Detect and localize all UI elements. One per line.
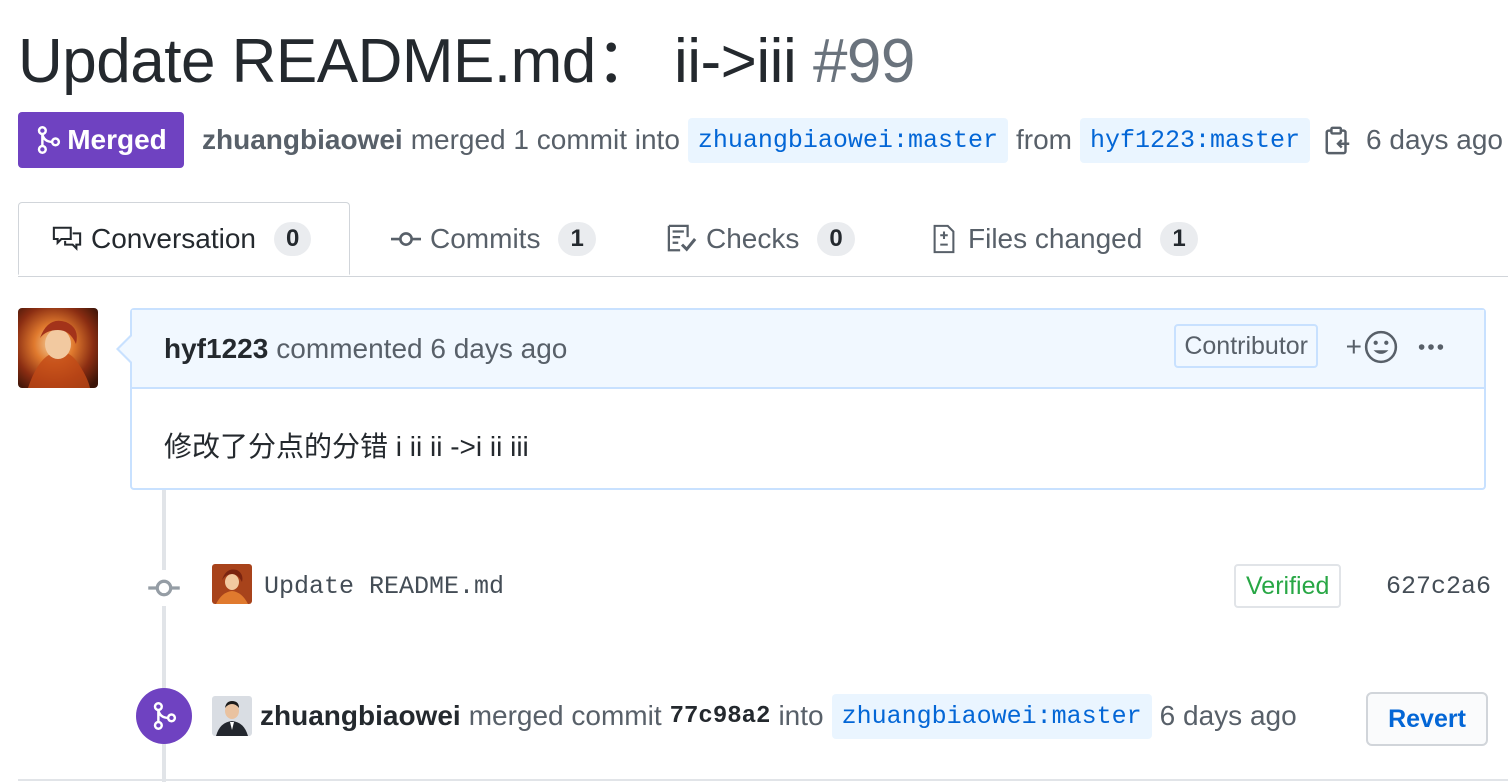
merger-link[interactable]: zhuangbiaowei [202, 124, 403, 156]
base-ref[interactable]: zhuangbiaowei:master [687, 117, 1008, 163]
pr-title: Update README.md： ii->iii #99 [18, 22, 915, 102]
merge-event-badge [136, 688, 192, 744]
tab-conversation-count: 0 [273, 221, 312, 256]
merge-time[interactable]: 6 days ago [1160, 700, 1297, 732]
avatar[interactable] [212, 564, 252, 604]
tab-commits-count: 1 [558, 222, 596, 256]
divider [18, 779, 1508, 781]
tab-checks[interactable]: Checks 0 [666, 202, 855, 276]
git-commit-icon [391, 232, 421, 246]
kebab-horizontal-icon[interactable] [1416, 332, 1446, 362]
merge-ref[interactable]: zhuangbiaowei:master [831, 693, 1152, 739]
clippy-icon[interactable] [1324, 125, 1352, 155]
git-merge-icon [153, 702, 177, 730]
from-text: from [1015, 124, 1072, 155]
head-ref[interactable]: hyf1223:master [1079, 117, 1311, 163]
avatar[interactable] [18, 308, 98, 388]
checklist-icon [667, 224, 697, 252]
tab-conversation[interactable]: Conversation 0 [18, 202, 350, 275]
merge-action: merged commit [468, 700, 662, 731]
merge-into: into [778, 700, 824, 731]
comment-author-link[interactable]: hyf1223 [164, 333, 268, 365]
pr-tabs: Conversation 0 Commits 1 Checks 0 Files … [18, 202, 1508, 277]
merged-text: merged 1 commit into [410, 124, 680, 155]
commit-message-link[interactable]: Update README.md [264, 572, 504, 601]
commit-sha-link[interactable]: 627c2a6 [1386, 572, 1491, 601]
tab-files-changed-count: 1 [1160, 222, 1198, 256]
state-label: Merged [67, 124, 167, 155]
tab-files-changed[interactable]: Files changed 1 [928, 202, 1198, 276]
tab-checks-label: Checks [706, 223, 800, 254]
merge-author-link[interactable]: zhuangbiaowei [260, 700, 461, 732]
merge-event-text: zhuangbiaowei merged commit 77c98a2 into… [260, 688, 1297, 744]
comment-arrow-inner [119, 335, 133, 363]
verified-badge[interactable]: Verified [1234, 564, 1342, 608]
comment-box: hyf1223 commented 6 days ago Contributor… [130, 308, 1486, 490]
comment-header: hyf1223 commented 6 days ago Contributor… [132, 310, 1484, 389]
comment-body: 修改了分点的分错 i ii ii ->i ii iii [164, 431, 529, 462]
pr-time: 6 days ago [1366, 124, 1504, 155]
smiley-icon [1364, 330, 1398, 364]
tab-commits[interactable]: Commits 1 [390, 202, 596, 276]
merge-commit-sha-link[interactable]: 77c98a2 [670, 703, 771, 730]
pr-title-text: Update README.md： ii->iii [18, 27, 797, 96]
commit-row: Update README.md Verified 627c2a6 [146, 564, 1508, 610]
avatar[interactable] [212, 696, 252, 736]
merge-event: zhuangbiaowei merged commit 77c98a2 into… [136, 688, 1508, 746]
revert-button[interactable]: Revert [1366, 692, 1488, 746]
comment-discussion-icon [52, 226, 82, 251]
tab-commits-label: Commits [430, 223, 541, 254]
git-merge-icon [37, 126, 61, 154]
tab-checks-count: 0 [817, 222, 855, 256]
pr-number: #99 [812, 27, 915, 96]
file-diff-icon [933, 224, 955, 254]
comment-timestamp[interactable]: commented 6 days ago [276, 333, 567, 365]
git-commit-icon [146, 570, 182, 606]
merged-state-badge: Merged [18, 112, 184, 168]
reaction-plus: + [1345, 331, 1362, 362]
add-reaction-button[interactable]: + [1346, 330, 1398, 364]
tab-conversation-label: Conversation [91, 222, 256, 254]
pr-meta: zhuangbiaowei merged 1 commit into zhuan… [202, 112, 1503, 168]
tab-files-changed-label: Files changed [968, 223, 1143, 254]
contributor-badge: Contributor [1174, 324, 1318, 368]
